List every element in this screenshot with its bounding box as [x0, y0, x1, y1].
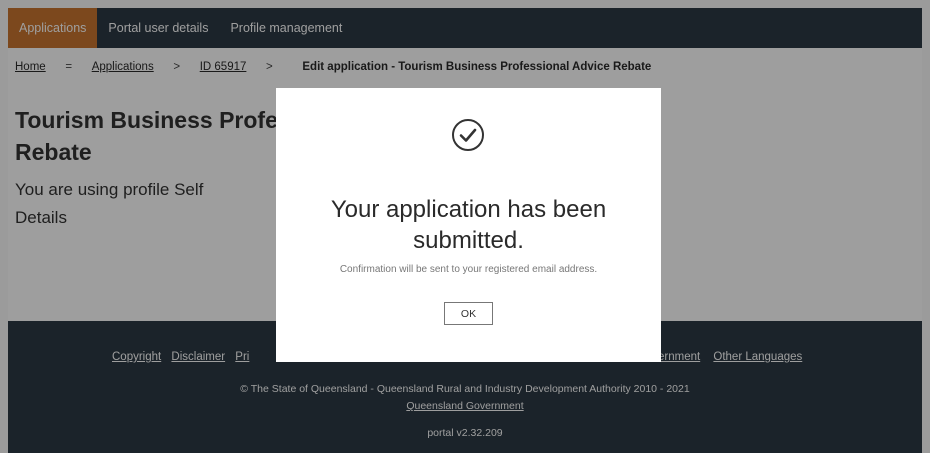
- ok-button[interactable]: OK: [444, 302, 493, 325]
- submission-dialog: Your application has been submitted. Con…: [276, 88, 661, 362]
- dialog-message: Confirmation will be sent to your regist…: [339, 264, 598, 275]
- dialog-heading: Your application has been submitted.: [330, 196, 607, 254]
- check-circle-icon: [452, 119, 484, 151]
